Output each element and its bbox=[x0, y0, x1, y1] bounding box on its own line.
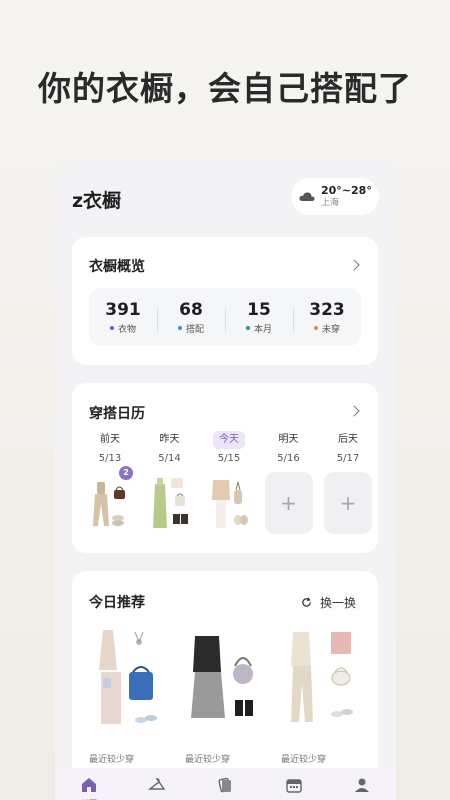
calendar-day-today[interactable]: 今天 5/15 bbox=[204, 431, 254, 534]
weather-chip[interactable]: 20°~28° 上海 bbox=[291, 178, 379, 215]
calendar-days: 前天 5/13 2 昨天 5/14 今天 5/15 明天 5/16 + 后天 5… bbox=[85, 431, 373, 534]
recommend-item[interactable]: 最近较少穿 bbox=[185, 626, 273, 783]
recommend-caption: 最近较少穿 bbox=[185, 755, 231, 765]
calendar-day[interactable]: 昨天 5/14 bbox=[145, 431, 195, 534]
stat-label: 衣物 bbox=[117, 324, 136, 335]
recommend-list: 最近较少穿 最近较少穿 最近较少穿 bbox=[89, 626, 369, 783]
outfit-thumbnail[interactable] bbox=[145, 472, 195, 534]
tab-home[interactable]: 首页 bbox=[69, 776, 109, 800]
recommend-item[interactable]: 最近较少穿 bbox=[281, 626, 369, 783]
outfit-image bbox=[291, 632, 353, 722]
day-date: 5/13 bbox=[98, 453, 122, 464]
profile-icon bbox=[354, 778, 369, 792]
outfit-count-badge: 2 bbox=[119, 466, 133, 480]
outfit-image bbox=[212, 480, 248, 528]
refresh-label: 换一换 bbox=[319, 596, 356, 610]
app-title: z衣橱 bbox=[72, 190, 122, 212]
weather-temp: 20°~28° bbox=[321, 184, 372, 197]
day-name: 后天 bbox=[338, 434, 358, 445]
recommend-caption: 最近较少穿 bbox=[89, 755, 135, 765]
weather-city: 上海 bbox=[321, 197, 340, 208]
stat-label: 搭配 bbox=[185, 324, 204, 335]
outfit-image bbox=[152, 478, 188, 528]
tab-outfits[interactable] bbox=[205, 776, 245, 794]
app-screen: z衣橱 20°~28° 上海 衣橱概览 391 衣物 68 搭配 15 本月 3… bbox=[55, 158, 396, 800]
plus-icon: + bbox=[339, 491, 357, 515]
add-outfit-button[interactable]: + bbox=[264, 472, 313, 534]
stat-label: 未穿 bbox=[321, 324, 340, 335]
cloud-icon bbox=[299, 192, 315, 201]
day-name: 前天 bbox=[100, 434, 120, 445]
calendar-day[interactable]: 后天 5/17 + bbox=[323, 431, 373, 534]
day-name-today: 今天 bbox=[213, 431, 245, 449]
tab-calendar[interactable] bbox=[274, 776, 314, 794]
stat-label: 本月 bbox=[253, 324, 272, 335]
hanger-icon bbox=[148, 778, 166, 790]
stat-value: 391 bbox=[105, 299, 141, 320]
stats-row: 391 衣物 68 搭配 15 本月 323 未穿 bbox=[89, 288, 361, 346]
recommend-caption: 最近较少穿 bbox=[281, 755, 327, 765]
stat-clothes[interactable]: 391 衣物 bbox=[89, 300, 157, 335]
day-date: 5/16 bbox=[277, 453, 300, 464]
add-outfit-button[interactable]: + bbox=[324, 472, 372, 534]
stat-outfits[interactable]: 68 搭配 bbox=[157, 300, 225, 335]
stat-value: 323 bbox=[309, 299, 345, 320]
dot-icon bbox=[109, 326, 114, 330]
outfit-image bbox=[191, 636, 253, 718]
tab-wardrobe[interactable] bbox=[137, 776, 177, 794]
home-icon bbox=[82, 778, 97, 792]
calendar-day[interactable]: 明天 5/16 + bbox=[264, 431, 314, 534]
app-header: z衣橱 20°~28° 上海 bbox=[55, 158, 396, 236]
recommend-title: 今日推荐 bbox=[89, 595, 145, 611]
stat-this-month[interactable]: 15 本月 bbox=[225, 300, 293, 335]
dot-icon bbox=[177, 326, 182, 330]
bottom-tab-bar: 首页 bbox=[55, 768, 396, 800]
dot-icon bbox=[245, 326, 250, 330]
calendar-icon bbox=[285, 779, 302, 793]
outfit-image bbox=[99, 630, 157, 724]
recommend-item[interactable]: 最近较少穿 bbox=[89, 626, 177, 783]
outfit-thumbnail[interactable] bbox=[204, 472, 254, 534]
calendar-day[interactable]: 前天 5/13 2 bbox=[85, 431, 135, 534]
stat-value: 68 bbox=[179, 299, 203, 320]
stat-value: 15 bbox=[247, 299, 271, 320]
refresh-icon bbox=[302, 597, 311, 607]
refresh-button[interactable]: 换一换 bbox=[301, 594, 356, 611]
day-name: 明天 bbox=[278, 434, 299, 445]
hero-title: 你的衣橱，会自己搭配了 bbox=[38, 69, 412, 108]
day-date: 5/15 bbox=[217, 453, 241, 464]
cards-icon bbox=[218, 777, 232, 793]
today-recommend-card: 今日推荐 换一换 最近较少穿 最近较少穿 最近较少穿 bbox=[72, 571, 378, 800]
stat-unworn[interactable]: 323 未穿 bbox=[293, 300, 361, 335]
calendar-title: 穿搭日历 bbox=[89, 406, 145, 422]
outfit-thumbnail[interactable]: 2 bbox=[85, 466, 135, 534]
tab-profile[interactable] bbox=[342, 776, 382, 794]
day-name: 昨天 bbox=[159, 434, 180, 445]
chevron-right-icon[interactable] bbox=[348, 405, 360, 417]
outfit-calendar-card[interactable]: 穿搭日历 前天 5/13 2 昨天 5/14 今天 5/15 明天 5/16 +… bbox=[72, 383, 378, 553]
wardrobe-overview-card[interactable]: 衣橱概览 391 衣物 68 搭配 15 本月 323 未穿 bbox=[72, 237, 378, 365]
day-date: 5/17 bbox=[336, 453, 360, 464]
chevron-right-icon[interactable] bbox=[348, 259, 360, 271]
plus-icon: + bbox=[280, 491, 297, 515]
overview-title: 衣橱概览 bbox=[89, 259, 145, 275]
dot-icon bbox=[313, 326, 318, 330]
day-date: 5/14 bbox=[158, 453, 181, 464]
outfit-image bbox=[93, 482, 125, 526]
